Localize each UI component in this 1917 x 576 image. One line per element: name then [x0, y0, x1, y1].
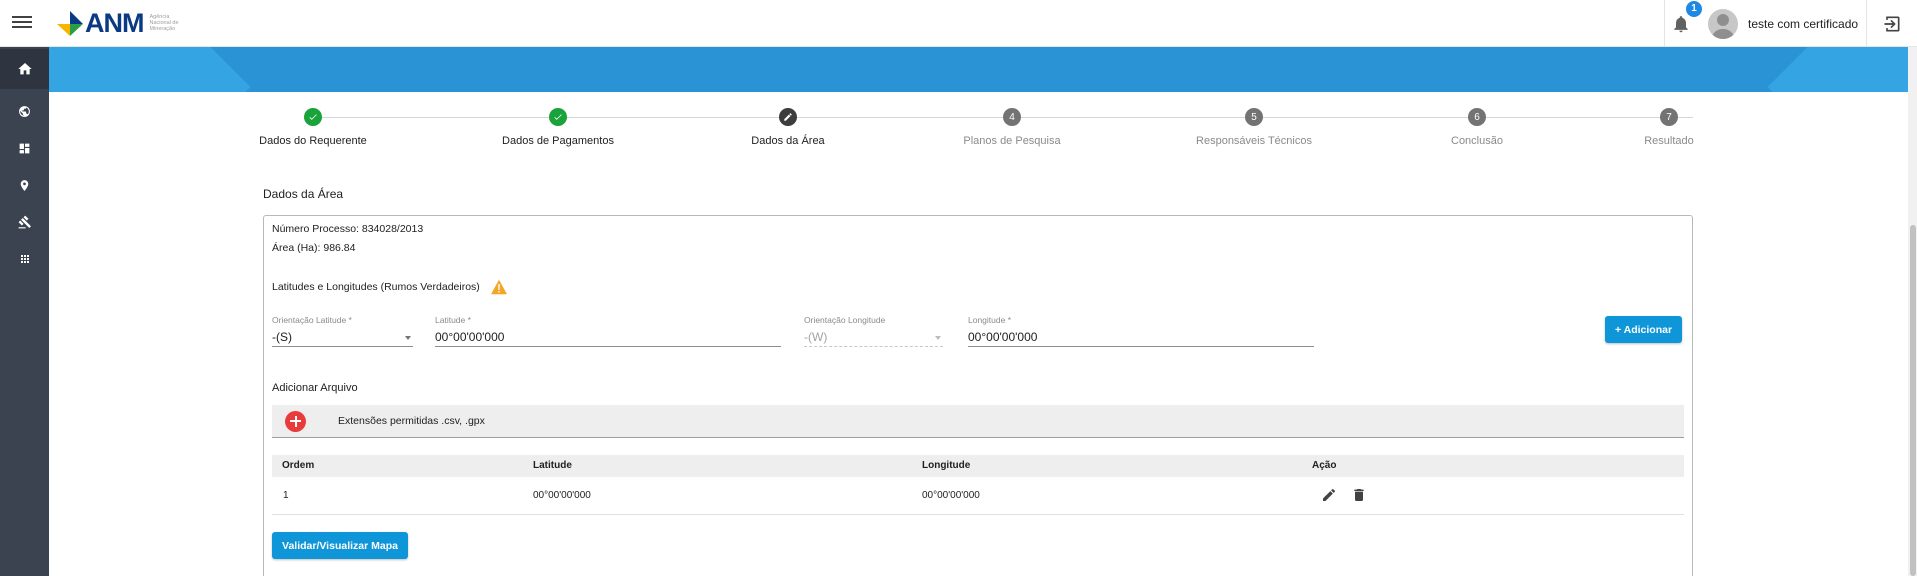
area-info: Área (Ha): 986.84 [272, 242, 355, 254]
lat-long-heading: Latitudes e Longitudes (Rumos Verdadeiro… [272, 279, 508, 295]
latitude-input[interactable]: Latitude * 00°00'00'000 [435, 315, 781, 347]
step-conclusao[interactable]: 6 Conclusão [1397, 107, 1557, 147]
logo-text: ANM [85, 7, 144, 38]
field-label: Orientação Latitude * [272, 315, 352, 325]
step-dados-pagamentos[interactable]: Dados de Pagamentos [478, 107, 638, 147]
step-number: 7 [1660, 108, 1678, 126]
table-row: 1 00°00'00'000 00°00'00'000 [272, 477, 1684, 515]
dropdown-caret-icon [935, 336, 941, 340]
globe-icon [19, 105, 30, 117]
add-coordinate-button[interactable]: + Adicionar [1605, 316, 1682, 343]
apps-grid-icon [20, 255, 29, 263]
anm-logo-mark-icon [57, 11, 83, 36]
sidebar [0, 47, 49, 576]
step-label: Dados de Pagamentos [502, 135, 614, 147]
cell-latitude: 00°00'00'000 [533, 490, 591, 501]
table-header: Ordem Latitude Longitude Ação [272, 455, 1684, 477]
field-label: Latitude * [435, 315, 471, 325]
step-label: Responsáveis Técnicos [1196, 135, 1312, 147]
logo-subtitle: Agência Nacional de Mineração [149, 14, 179, 32]
sidebar-item-globe[interactable] [0, 91, 49, 131]
orientacao-longitude-select: Orientação Longitude -(W) [804, 315, 943, 347]
step-label: Planos de Pesquisa [963, 135, 1061, 147]
area-label: Área (Ha): [272, 242, 321, 254]
divider [1664, 0, 1665, 47]
notification-badge: 1 [1686, 1, 1702, 17]
selected-value: -(W) [804, 330, 828, 344]
processo-info: Número Processo: 834028/2013 [272, 223, 423, 235]
area-card: Número Processo: 834028/2013 Área (Ha): … [263, 215, 1693, 576]
area-value: 986.84 [323, 242, 356, 254]
user-menu[interactable]: teste com certificado [1708, 9, 1858, 39]
field-value[interactable]: 00°00'00'000 [968, 330, 1314, 347]
delete-icon[interactable] [1351, 487, 1367, 503]
column-header-latitude: Latitude [533, 460, 572, 471]
field-value: -(W) [804, 330, 943, 347]
field-value[interactable]: -(S) [272, 330, 413, 347]
column-header-ordem: Ordem [282, 460, 315, 471]
longitude-input[interactable]: Longitude * 00°00'00'000 [968, 315, 1314, 347]
step-dados-requerente[interactable]: Dados do Requerente [233, 107, 393, 147]
add-file-icon[interactable] [285, 410, 306, 432]
sidebar-item-dashboard[interactable] [0, 128, 49, 168]
step-label: Conclusão [1451, 135, 1503, 147]
dropdown-caret-icon [405, 336, 411, 340]
processo-label: Número Processo: [272, 223, 359, 235]
user-avatar-icon [1712, 14, 1734, 39]
step-number: 6 [1468, 108, 1486, 126]
hamburger-menu-icon[interactable] [12, 13, 32, 33]
field-value[interactable]: 00°00'00'000 [435, 330, 781, 347]
column-header-longitude: Longitude [922, 460, 971, 471]
gavel-icon [18, 215, 31, 229]
page-banner [49, 47, 1917, 92]
validate-map-button[interactable]: Validar/Visualizar Mapa [272, 532, 408, 559]
step-label: Dados do Requerente [259, 135, 367, 147]
avatar [1708, 9, 1738, 39]
scrollbar-thumb[interactable] [1910, 225, 1916, 576]
step-planos-pesquisa[interactable]: 4 Planos de Pesquisa [932, 107, 1092, 147]
step-resultado[interactable]: 7 Resultado [1589, 107, 1749, 147]
file-extensions-text: Extensões permitidas .csv, .gpx [338, 415, 485, 427]
step-number: 5 [1245, 108, 1263, 126]
sidebar-item-home[interactable] [0, 49, 49, 89]
sidebar-item-apps[interactable] [0, 239, 49, 279]
step-label: Resultado [1644, 135, 1694, 147]
sidebar-item-gavel[interactable] [0, 202, 49, 242]
step-responsaveis-tecnicos[interactable]: 5 Responsáveis Técnicos [1174, 107, 1334, 147]
anm-logo[interactable]: ANM Agência Nacional de Mineração [55, 8, 190, 38]
dashboard-icon [19, 143, 30, 153]
processo-value: 834028/2013 [361, 223, 424, 235]
logout-icon[interactable] [1882, 14, 1902, 34]
column-header-acao: Ação [1312, 460, 1337, 471]
lat-long-title: Latitudes e Longitudes (Rumos Verdadeiro… [272, 281, 480, 293]
location-pin-icon [20, 179, 29, 191]
coordinates-table: Ordem Latitude Longitude Ação 1 00°00'00… [272, 455, 1684, 515]
warning-icon[interactable] [490, 279, 508, 295]
orientacao-latitude-select[interactable]: Orientação Latitude * -(S) [272, 315, 413, 347]
section-title: Dados da Área [263, 187, 344, 201]
cell-longitude: 00°00'00'000 [922, 490, 980, 501]
check-icon [549, 108, 567, 126]
field-label: Orientação Longitude [804, 315, 886, 325]
sidebar-item-location[interactable] [0, 165, 49, 205]
file-upload-bar[interactable]: Extensões permitidas .csv, .gpx [272, 405, 1684, 438]
stepper: Dados do Requerente Dados de Pagamentos … [259, 107, 1694, 157]
user-name: teste com certificado [1748, 17, 1859, 31]
home-icon [17, 63, 32, 75]
cell-ordem: 1 [283, 490, 289, 501]
notification-bell-icon[interactable] [1671, 14, 1691, 34]
selected-value: -(S) [272, 330, 292, 344]
step-label: Dados da Área [751, 135, 825, 147]
check-icon [304, 108, 322, 126]
top-bar: ANM Agência Nacional de Mineração 1 test… [0, 0, 1917, 47]
file-section-title: Adicionar Arquivo [272, 382, 358, 394]
divider [1866, 0, 1867, 47]
field-label: Longitude * [968, 315, 1012, 325]
step-number: 4 [1003, 108, 1021, 126]
step-dados-area[interactable]: Dados da Área [708, 107, 868, 147]
pencil-icon [779, 108, 797, 126]
edit-icon[interactable] [1321, 487, 1337, 503]
